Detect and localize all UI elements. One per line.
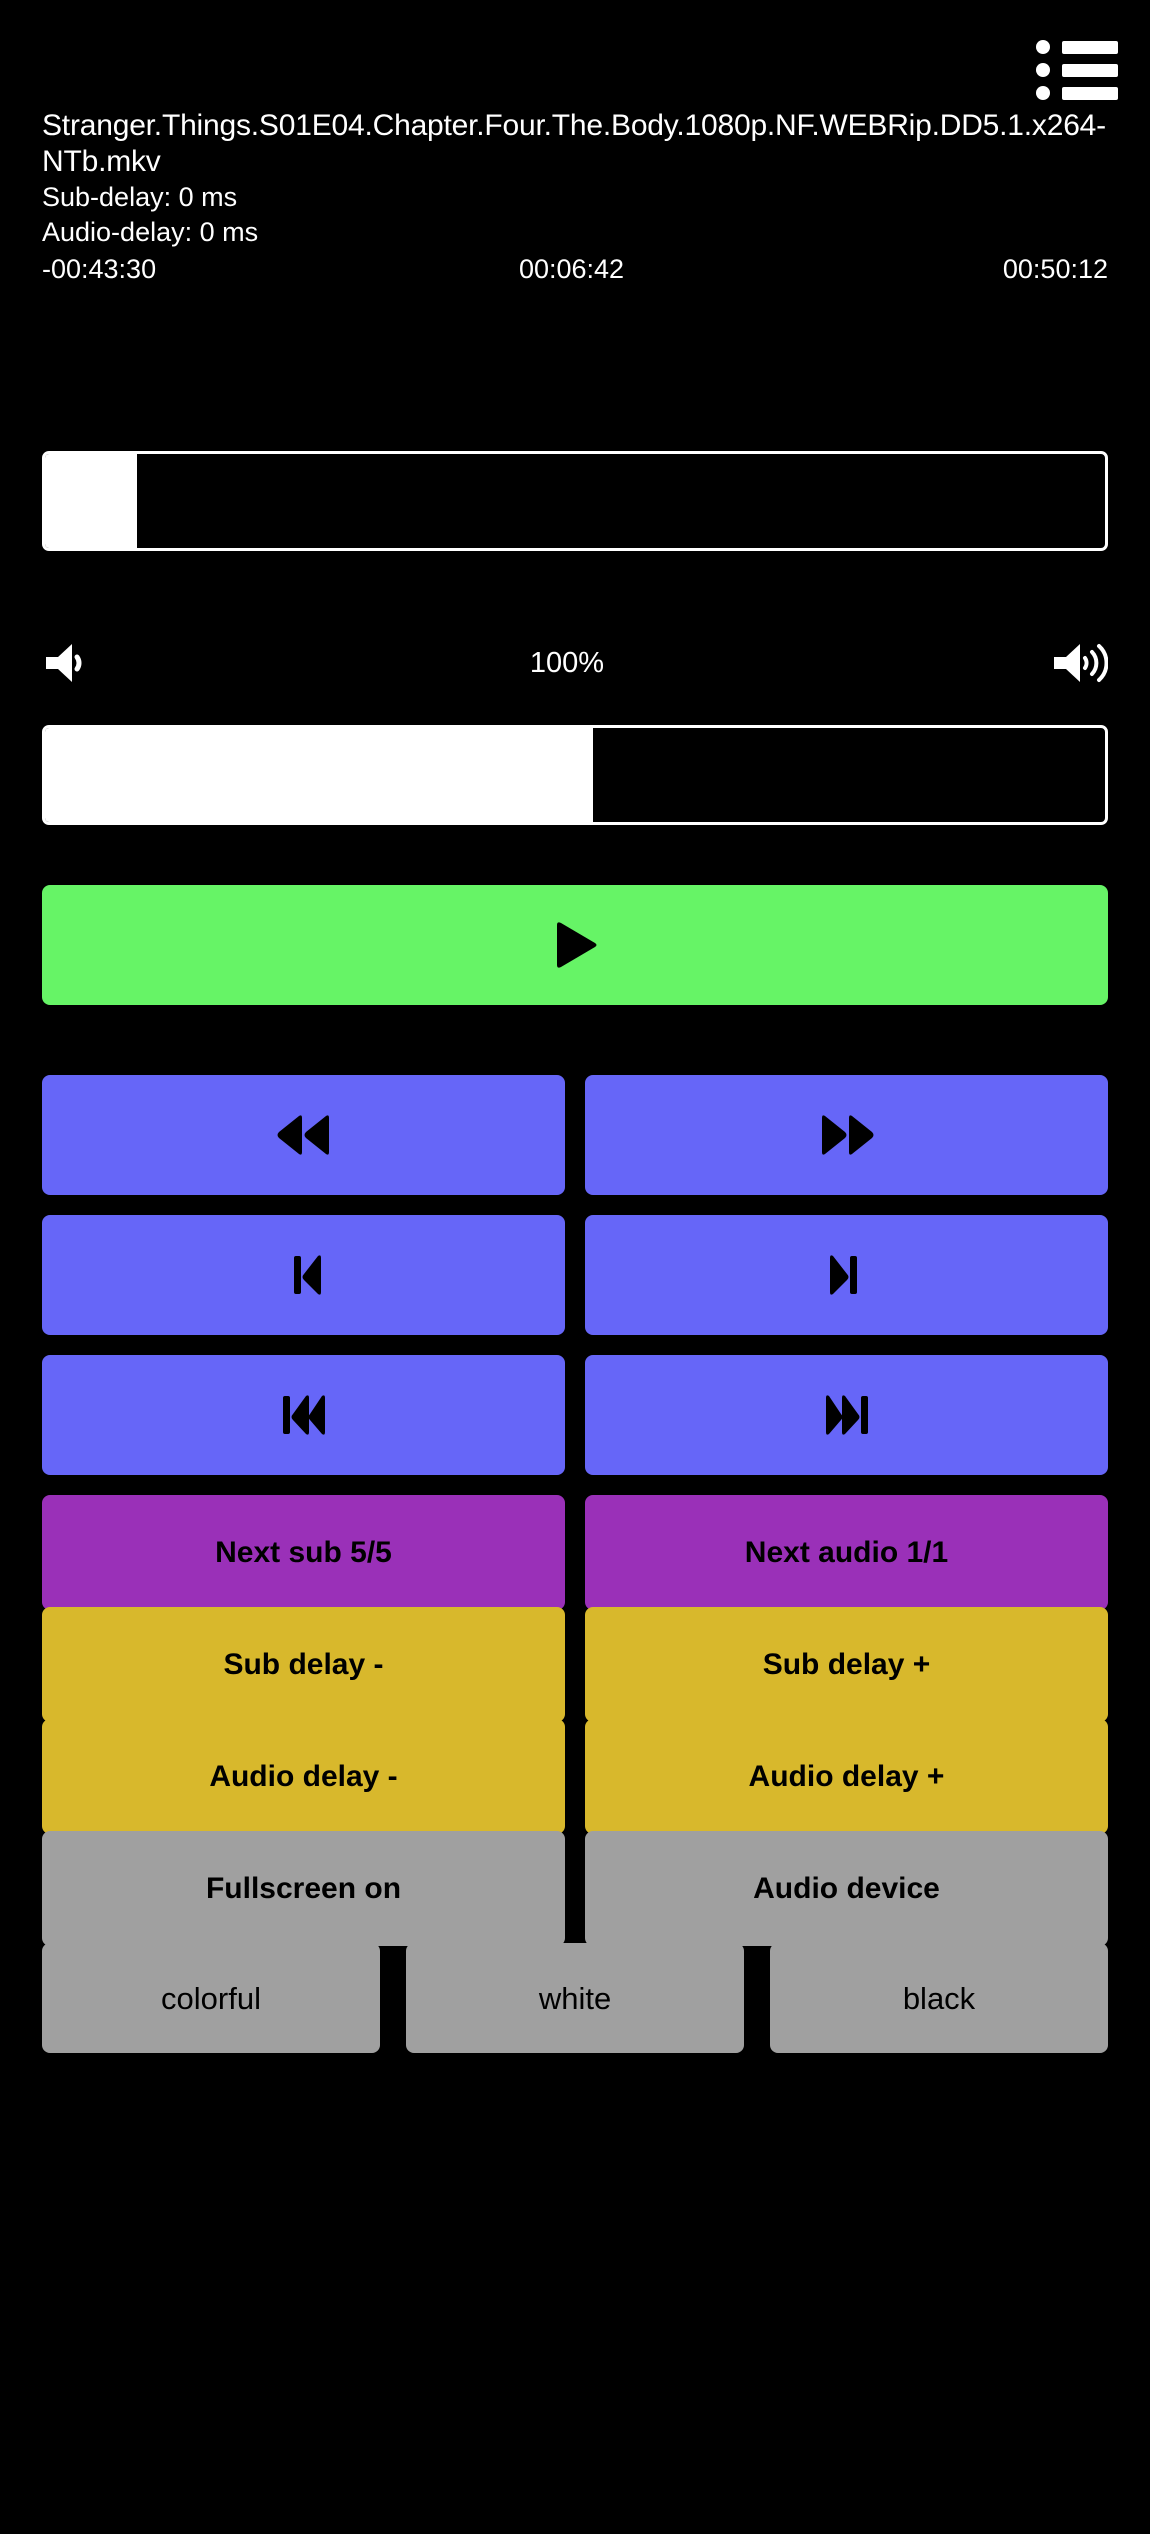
media-info: Stranger.Things.S01E04.Chapter.Four.The.… bbox=[42, 108, 1108, 286]
next-track-button[interactable] bbox=[585, 1355, 1108, 1475]
volume-slider-fill bbox=[45, 728, 594, 822]
next-audio-button[interactable]: Next audio 1/1 bbox=[585, 1495, 1108, 1610]
rewind-button[interactable] bbox=[42, 1075, 565, 1195]
audio-delay-plus-button[interactable]: Audio delay + bbox=[585, 1719, 1108, 1834]
volume-slider[interactable] bbox=[42, 725, 1108, 825]
rewind-icon bbox=[269, 1110, 339, 1160]
menu-line bbox=[1062, 86, 1118, 100]
step-forward-button[interactable] bbox=[585, 1215, 1108, 1335]
time-row: -00:43:30 00:06:42 00:50:12 bbox=[42, 252, 1108, 286]
volume-row: 100% bbox=[42, 628, 1108, 698]
play-button[interactable] bbox=[42, 885, 1108, 1005]
volume-high-icon[interactable] bbox=[1052, 639, 1108, 687]
menu-line bbox=[1062, 40, 1118, 54]
menu-dot bbox=[1036, 63, 1050, 77]
previous-track-button[interactable] bbox=[42, 1355, 565, 1475]
volume-low-icon[interactable] bbox=[42, 639, 98, 687]
previous-track-icon bbox=[269, 1390, 339, 1440]
menu-dot bbox=[1036, 86, 1050, 100]
fullscreen-button[interactable]: Fullscreen on bbox=[42, 1831, 565, 1946]
seek-slider[interactable] bbox=[42, 451, 1108, 551]
sub-delay-status: Sub-delay: 0 ms bbox=[42, 182, 238, 212]
theme-black-button[interactable]: black bbox=[770, 1943, 1108, 2053]
fast-forward-button[interactable] bbox=[585, 1075, 1108, 1195]
time-current: 00:06:42 bbox=[518, 254, 625, 284]
sub-delay-plus-button[interactable]: Sub delay + bbox=[585, 1607, 1108, 1722]
header bbox=[0, 0, 1150, 110]
theme-colorful-button[interactable]: colorful bbox=[42, 1943, 380, 2053]
skip-to-end-icon bbox=[817, 1250, 877, 1300]
remote-control-screen: Stranger.Things.S01E04.Chapter.Four.The.… bbox=[0, 0, 1150, 2534]
sub-delay-minus-button[interactable]: Sub delay - bbox=[42, 1607, 565, 1722]
theme-white-button[interactable]: white bbox=[406, 1943, 744, 2053]
media-filename: Stranger.Things.S01E04.Chapter.Four.The.… bbox=[42, 109, 1106, 178]
next-sub-button[interactable]: Next sub 5/5 bbox=[42, 1495, 565, 1610]
fast-forward-icon bbox=[812, 1110, 882, 1160]
audio-delay-status: Audio-delay: 0 ms bbox=[42, 217, 259, 247]
menu-row bbox=[1036, 40, 1128, 54]
list-menu-icon[interactable] bbox=[1028, 38, 1128, 102]
step-back-button[interactable] bbox=[42, 1215, 565, 1335]
menu-dot bbox=[1036, 40, 1050, 54]
time-remaining: -00:43:30 bbox=[42, 254, 157, 284]
audio-delay-minus-button[interactable]: Audio delay - bbox=[42, 1719, 565, 1834]
time-total: 00:50:12 bbox=[1002, 254, 1108, 284]
menu-line bbox=[1062, 63, 1118, 77]
menu-row bbox=[1036, 63, 1128, 77]
next-track-icon bbox=[812, 1390, 882, 1440]
skip-to-start-icon bbox=[274, 1250, 334, 1300]
seek-slider-fill bbox=[45, 454, 138, 548]
audio-device-button[interactable]: Audio device bbox=[585, 1831, 1108, 1946]
menu-row bbox=[1036, 86, 1128, 100]
volume-level-label: 100% bbox=[529, 646, 605, 679]
play-icon bbox=[545, 915, 605, 975]
